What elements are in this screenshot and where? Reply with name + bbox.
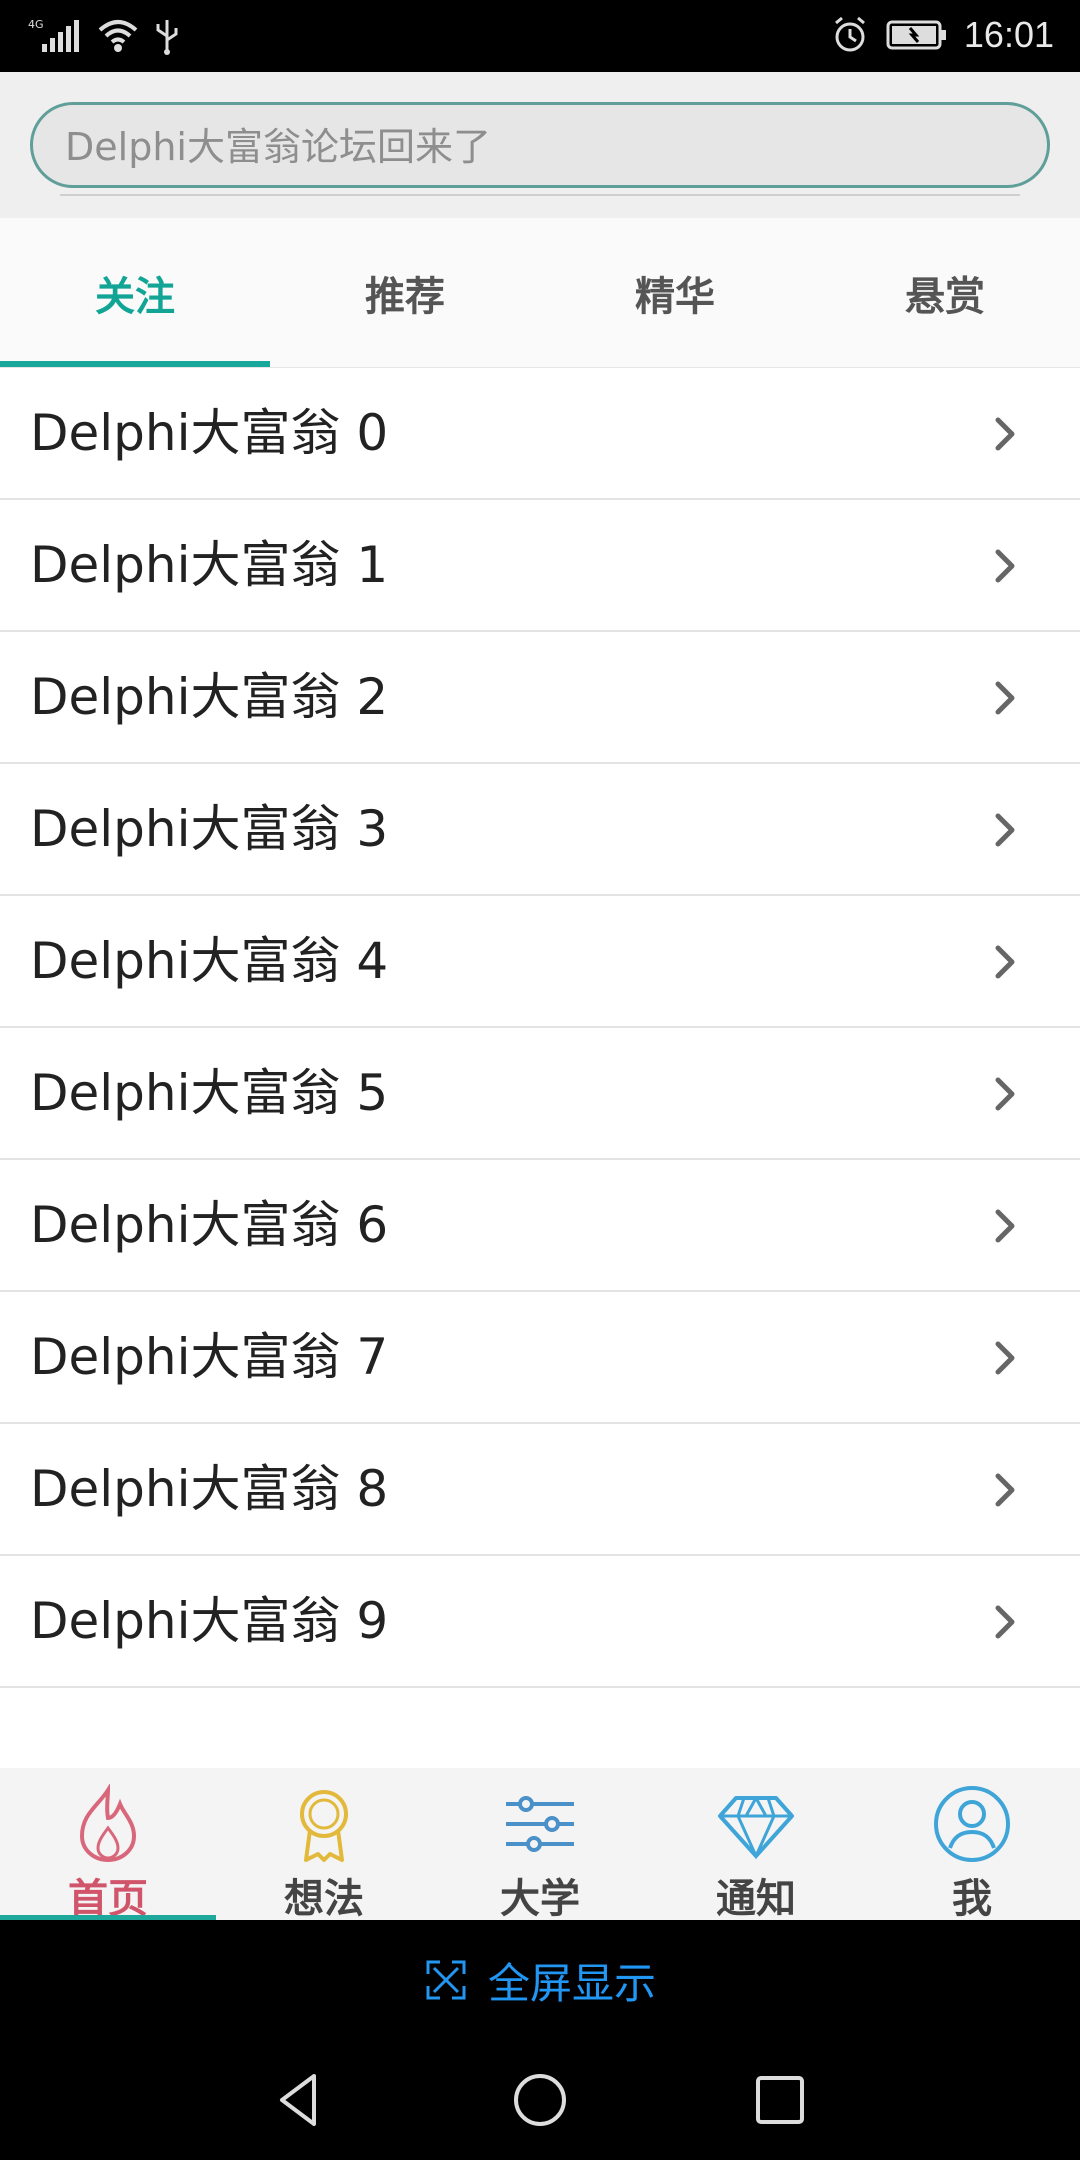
list-item[interactable]: Delphi大富翁 9 [0,1556,1080,1688]
back-icon[interactable] [270,2070,330,2130]
search-input[interactable] [63,117,1023,177]
list-item[interactable]: Delphi大富翁 0 [0,368,1080,500]
battery-charging-icon [886,20,946,50]
list-item-label: Delphi大富翁 9 [30,1592,389,1650]
list-item-label: Delphi大富翁 6 [30,1196,389,1254]
top-tabs: 关注 推荐 精华 悬赏 [0,218,1080,368]
medal-icon [300,1790,348,1862]
list-item[interactable]: Delphi大富翁 3 [0,764,1080,896]
user-icon [934,1786,1010,1862]
status-bar: 4G 16:01 [0,0,1080,72]
list-item[interactable]: Delphi大富翁 8 [0,1424,1080,1556]
search-underline [60,194,1020,196]
chevron-right-icon [995,1341,1015,1375]
search-box[interactable] [30,102,1050,188]
usb-icon [156,20,178,55]
nav-label-home: 首页 [68,1876,148,1922]
chevron-right-icon [995,945,1015,979]
list-item-label: Delphi大富翁 3 [30,800,389,858]
chevron-right-icon [995,1077,1015,1111]
status-right: 16:01 [830,14,1054,56]
tab-bounty[interactable]: 悬赏 [810,218,1080,367]
list-item-label: Delphi大富翁 1 [30,536,389,594]
chevron-right-icon [995,417,1015,451]
nav-item-home[interactable]: 首页 [0,1768,216,1922]
chevron-right-icon [995,813,1015,847]
system-nav-bar [0,2040,1080,2160]
signal-icon: 4G [28,18,79,52]
chevron-right-icon [995,1473,1015,1507]
nav-label-ideas: 想法 [284,1876,364,1922]
list-item[interactable]: Delphi大富翁 2 [0,632,1080,764]
nav-label-me: 我 [952,1876,992,1922]
list-item-label: Delphi大富翁 2 [30,668,389,726]
list-item[interactable]: Delphi大富翁 5 [0,1028,1080,1160]
chevron-right-icon [995,549,1015,583]
sliders-icon [506,1796,574,1852]
list-item[interactable]: Delphi大富翁 4 [0,896,1080,1028]
list-item-label: Delphi大富翁 5 [30,1064,389,1122]
status-time: 16:01 [963,14,1054,55]
status-left: 4G [28,16,180,56]
search-area [0,72,1080,218]
fullscreen-icon [426,1960,466,2000]
fullscreen-label: 全屏显示 [487,1958,656,2008]
nav-item-university[interactable]: 大学 [432,1768,648,1922]
flame-icon [79,1784,137,1863]
nav-item-ideas[interactable]: 想法 [216,1768,432,1922]
tab-featured[interactable]: 精华 [540,218,810,367]
list-item-label: Delphi大富翁 7 [30,1328,389,1386]
nav-label-university: 大学 [500,1876,580,1922]
list-item[interactable]: Delphi大富翁 1 [0,500,1080,632]
list-item-label: Delphi大富翁 4 [30,932,389,990]
chevron-right-icon [995,1605,1015,1639]
list-item[interactable]: Delphi大富翁 7 [0,1292,1080,1424]
nav-item-notifications[interactable]: 通知 [648,1768,864,1922]
network-type-label: 4G [28,18,44,31]
forum-list: Delphi大富翁 0 Delphi大富翁 1 Delphi大富翁 2 Delp… [0,368,1080,1688]
chevron-right-icon [995,1209,1015,1243]
bottom-nav: 首页 想法 大学 通知 我 [0,1768,1080,1922]
list-item[interactable]: Delphi大富翁 6 [0,1160,1080,1292]
list-item-label: Delphi大富翁 0 [30,404,389,462]
nav-label-notifications: 通知 [716,1876,796,1922]
list-item-label: Delphi大富翁 8 [30,1460,389,1518]
home-icon[interactable] [510,2070,570,2130]
tab-recommend[interactable]: 推荐 [270,218,540,367]
tab-follow[interactable]: 关注 [0,218,270,367]
fullscreen-bar[interactable]: 全屏显示 [0,1920,1080,2040]
recents-icon[interactable] [750,2070,810,2130]
chevron-right-icon [995,681,1015,715]
nav-item-me[interactable]: 我 [864,1768,1080,1922]
diamond-icon [718,1796,794,1860]
wifi-icon [98,20,138,52]
alarm-icon [834,16,865,52]
